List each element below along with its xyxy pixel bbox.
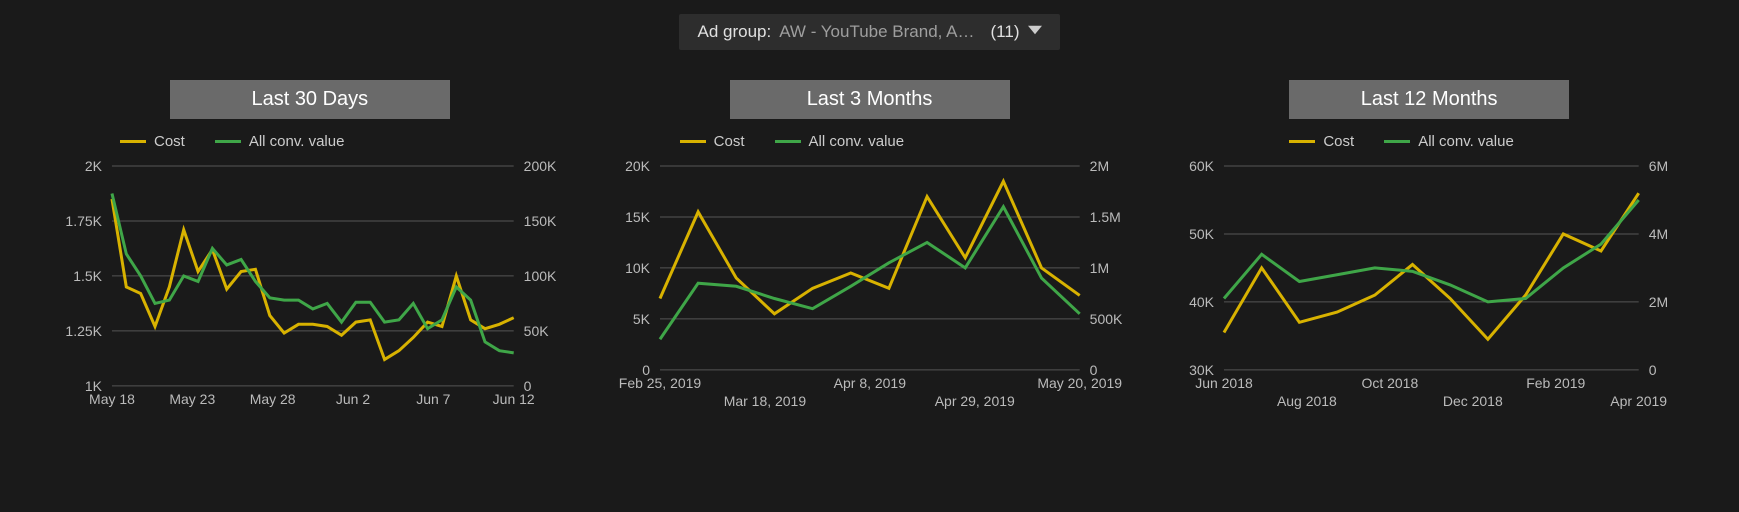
svg-text:2K: 2K xyxy=(85,158,103,174)
panel-title: Last 3 Months xyxy=(730,80,1010,119)
svg-text:Dec 2018: Dec 2018 xyxy=(1443,393,1503,409)
svg-text:Mar 18, 2019: Mar 18, 2019 xyxy=(723,393,806,409)
filter-label: Ad group: xyxy=(697,22,771,42)
legend-cost: Cost xyxy=(1289,133,1354,150)
legend-conv: All conv. value xyxy=(215,133,345,150)
chart-last-30-days: 1K1.25K1.5K1.75K2K050K100K150K200KMay 18… xyxy=(50,156,570,416)
svg-text:1.5K: 1.5K xyxy=(73,268,102,284)
svg-text:Oct 2018: Oct 2018 xyxy=(1362,375,1419,391)
panel-title: Last 30 Days xyxy=(170,80,450,119)
svg-text:Jun 2: Jun 2 xyxy=(336,391,370,407)
svg-text:Apr 29, 2019: Apr 29, 2019 xyxy=(934,393,1014,409)
legend: Cost All conv. value xyxy=(680,133,904,150)
svg-text:50K: 50K xyxy=(524,323,550,339)
svg-text:2M: 2M xyxy=(1649,294,1668,310)
svg-text:60K: 60K xyxy=(1189,158,1215,174)
svg-text:1.5M: 1.5M xyxy=(1089,209,1120,225)
svg-text:Aug 2018: Aug 2018 xyxy=(1277,393,1337,409)
svg-text:150K: 150K xyxy=(524,213,557,229)
svg-text:500K: 500K xyxy=(1089,311,1122,327)
svg-text:40K: 40K xyxy=(1189,294,1215,310)
svg-text:May 20, 2019: May 20, 2019 xyxy=(1037,375,1122,391)
swatch-conv xyxy=(215,140,241,143)
svg-text:2M: 2M xyxy=(1089,158,1108,174)
panel-last-30-days: Last 30 Days Cost All conv. value 1K1.25… xyxy=(50,80,570,416)
svg-text:6M: 6M xyxy=(1649,158,1668,174)
svg-text:May 23: May 23 xyxy=(169,391,215,407)
panel-last-12-months: Last 12 Months Cost All conv. value 30K4… xyxy=(1169,80,1689,416)
ad-group-filter[interactable]: Ad group: AW - YouTube Brand, A… (11) xyxy=(679,14,1059,50)
chart-last-3-months: 05K10K15K20K0500K1M1.5M2MFeb 25, 2019Mar… xyxy=(610,156,1130,416)
svg-text:Apr 2019: Apr 2019 xyxy=(1611,393,1668,409)
legend: Cost All conv. value xyxy=(120,133,344,150)
svg-text:1M: 1M xyxy=(1089,260,1108,276)
svg-text:0: 0 xyxy=(1649,362,1657,378)
svg-text:100K: 100K xyxy=(524,268,557,284)
legend-conv: All conv. value xyxy=(1384,133,1514,150)
svg-text:20K: 20K xyxy=(625,158,651,174)
svg-text:200K: 200K xyxy=(524,158,557,174)
legend: Cost All conv. value xyxy=(1289,133,1513,150)
swatch-conv xyxy=(775,140,801,143)
chevron-down-icon xyxy=(1028,22,1042,42)
svg-text:Apr 8, 2019: Apr 8, 2019 xyxy=(833,375,906,391)
svg-text:1.25K: 1.25K xyxy=(65,323,102,339)
svg-text:Jun 7: Jun 7 xyxy=(416,391,450,407)
chart-panels: Last 30 Days Cost All conv. value 1K1.25… xyxy=(0,50,1739,416)
svg-text:Feb 2019: Feb 2019 xyxy=(1527,375,1586,391)
svg-text:50K: 50K xyxy=(1189,226,1215,242)
svg-text:10K: 10K xyxy=(625,260,651,276)
svg-text:5K: 5K xyxy=(633,311,651,327)
panel-last-3-months: Last 3 Months Cost All conv. value 05K10… xyxy=(610,80,1130,416)
svg-text:1.75K: 1.75K xyxy=(65,213,102,229)
filter-value: AW - YouTube Brand, A… xyxy=(779,22,974,42)
svg-text:Jun 2018: Jun 2018 xyxy=(1196,375,1254,391)
svg-text:15K: 15K xyxy=(625,209,651,225)
swatch-cost xyxy=(120,140,146,143)
panel-title: Last 12 Months xyxy=(1289,80,1569,119)
svg-text:Jun 12: Jun 12 xyxy=(493,391,535,407)
filter-count: (11) xyxy=(991,22,1020,42)
swatch-conv xyxy=(1384,140,1410,143)
svg-text:May 18: May 18 xyxy=(89,391,135,407)
swatch-cost xyxy=(680,140,706,143)
chart-last-12-months: 30K40K50K60K02M4M6MJun 2018Aug 2018Oct 2… xyxy=(1169,156,1689,416)
legend-cost: Cost xyxy=(680,133,745,150)
swatch-cost xyxy=(1289,140,1315,143)
legend-cost: Cost xyxy=(120,133,185,150)
svg-text:Feb 25, 2019: Feb 25, 2019 xyxy=(618,375,701,391)
svg-text:4M: 4M xyxy=(1649,226,1668,242)
legend-conv: All conv. value xyxy=(775,133,905,150)
svg-text:May 28: May 28 xyxy=(250,391,296,407)
